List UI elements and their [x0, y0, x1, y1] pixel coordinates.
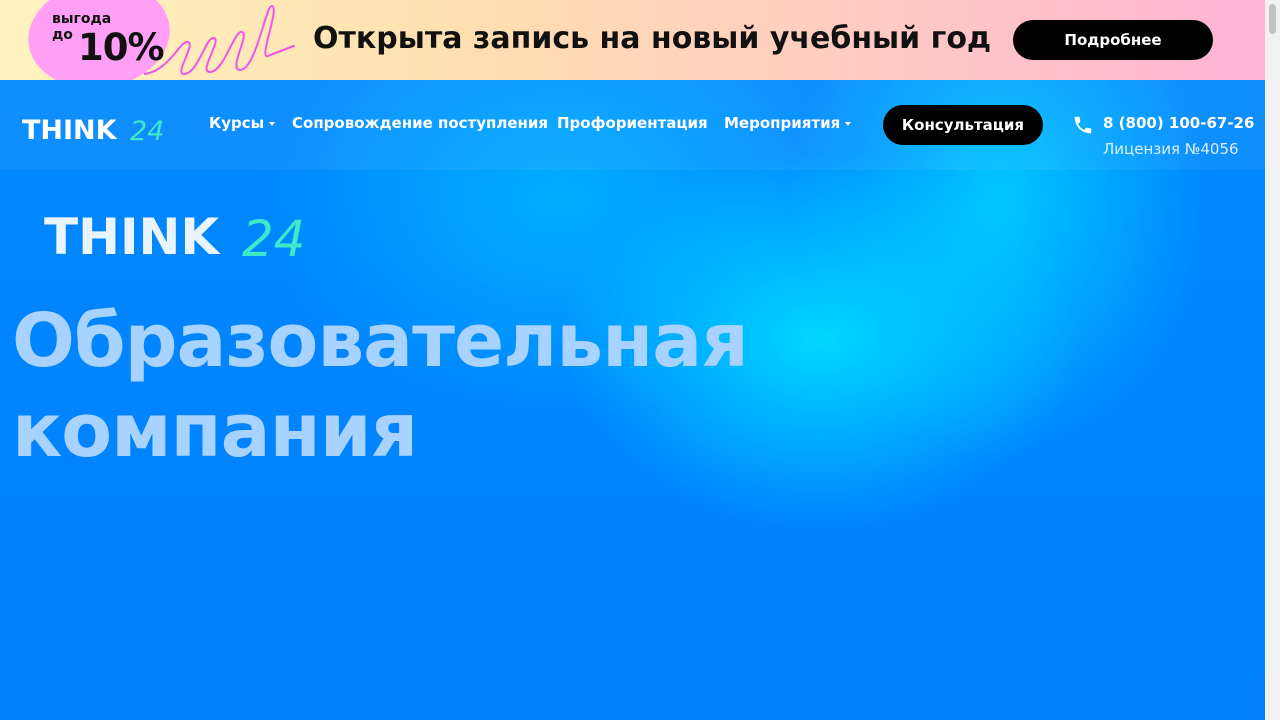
- discount-prefix-line2: до: [52, 27, 73, 43]
- promo-banner: выгода до 10% Открыта запись на новый уч…: [0, 0, 1265, 80]
- discount-prefix-line1: выгода: [52, 11, 112, 27]
- hero-title-line2: компания: [12, 388, 418, 474]
- nav-events[interactable]: Мероприятия: [724, 113, 852, 133]
- site-header: THINK 24 Курсы Сопровождение поступления…: [0, 80, 1265, 170]
- details-button[interactable]: Подробнее: [1013, 20, 1213, 60]
- phone-icon: [1074, 116, 1092, 134]
- hero-think24-logo: THINK 24: [44, 208, 306, 264]
- nav-courses[interactable]: Курсы: [209, 113, 276, 133]
- nav-career-guidance[interactable]: Профориентация: [557, 113, 708, 133]
- consultation-button[interactable]: Консультация: [883, 105, 1043, 145]
- page-scrollbar[interactable]: [1265, 0, 1280, 720]
- think24-logo[interactable]: THINK 24: [22, 108, 174, 144]
- hero-title-line1: Образовательная: [12, 298, 749, 384]
- phone-number[interactable]: 8 (800) 100-67-26: [1103, 113, 1254, 133]
- hero-title: Образовательная компания: [12, 296, 772, 476]
- nav-events-label: Мероприятия: [724, 114, 841, 132]
- svg-text:THINK: THINK: [44, 208, 221, 264]
- nav-courses-label: Курсы: [209, 114, 265, 132]
- chevron-down-icon: [269, 121, 276, 126]
- svg-text:24: 24: [130, 116, 164, 144]
- license-text: Лицензия №4056: [1103, 140, 1239, 158]
- chevron-down-icon: [845, 121, 852, 126]
- nav-admission-support[interactable]: Сопровождение поступления: [292, 113, 548, 133]
- scribble-decoration: [144, 4, 295, 76]
- svg-text:THINK: THINK: [22, 115, 118, 144]
- promo-title: Открыта запись на новый учебный год: [313, 21, 992, 56]
- nav-admission-support-label: Сопровождение поступления: [292, 114, 549, 132]
- nav-career-guidance-label: Профориентация: [557, 114, 708, 132]
- scrollbar-thumb[interactable]: [1269, 4, 1276, 34]
- svg-text:24: 24: [242, 210, 306, 264]
